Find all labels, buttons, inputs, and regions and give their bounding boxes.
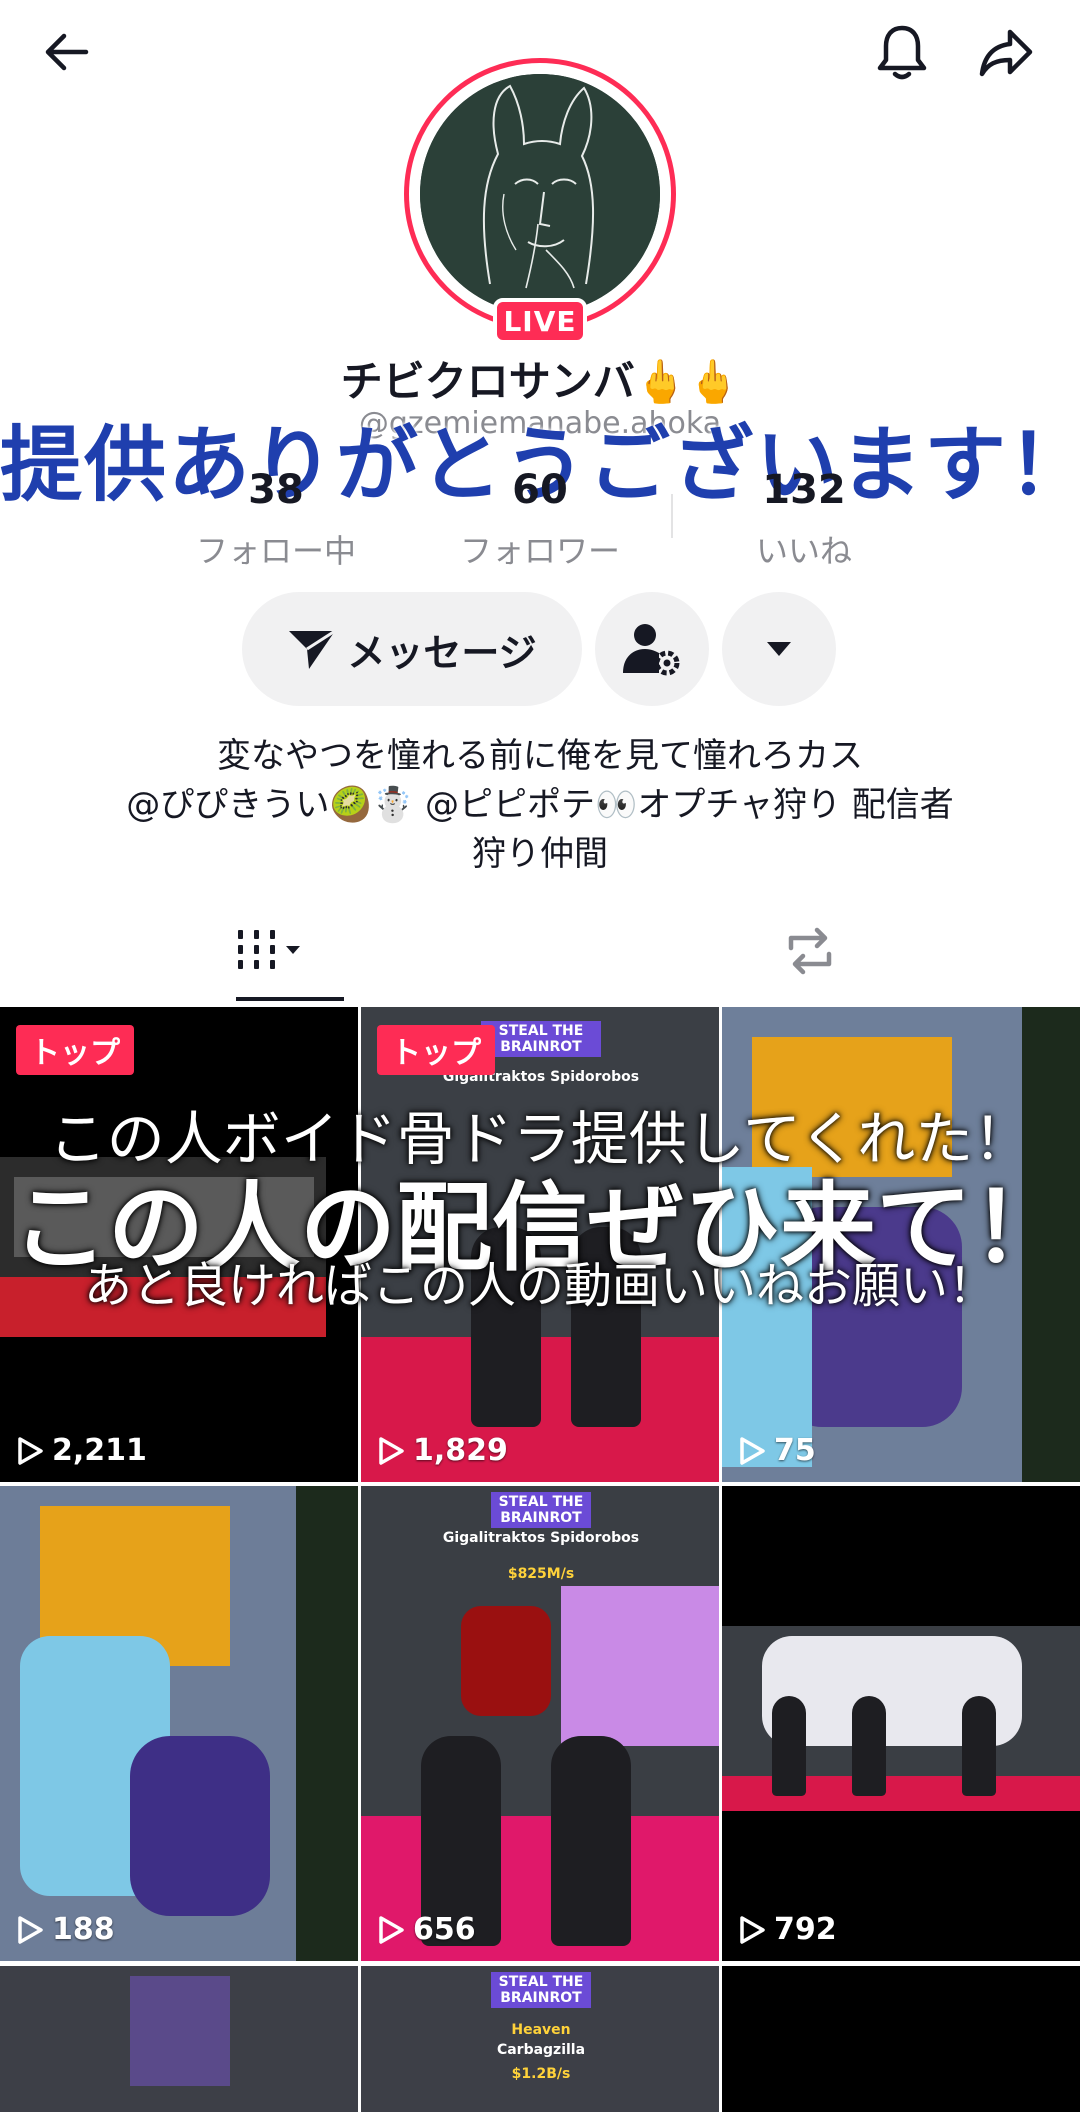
share-arrow-icon (979, 29, 1033, 77)
game-logo: STEAL THE BRAINROT (481, 1021, 601, 1057)
stat-followers-count: 60 (512, 467, 568, 513)
arrow-left-icon (45, 33, 89, 71)
view-count: 75 (738, 1433, 816, 1468)
stat-likes[interactable]: 132 いいね (684, 470, 924, 572)
tab-active-indicator (236, 997, 344, 1001)
thumb-scene (722, 1626, 1080, 1811)
stat-following-label: フォロー中 (195, 532, 356, 570)
overlay-caption-line-3: あと良ければこの人の動画いいねお願い！ (83, 1258, 996, 1314)
pinned-badge: トップ (377, 1025, 495, 1075)
bell-icon (877, 25, 927, 80)
game-logo: STEAL THE BRAINROT (491, 1972, 591, 2008)
play-icon (379, 1436, 404, 1465)
view-count-value: 188 (52, 1912, 115, 1947)
back-button[interactable] (26, 12, 106, 92)
thumb-scene (130, 1976, 230, 2086)
avatar[interactable] (420, 74, 660, 314)
video-thumbnail-9[interactable] (722, 1966, 1080, 2112)
view-count-value: 75 (774, 1433, 816, 1468)
play-icon (740, 1436, 765, 1465)
chevron-down-icon (767, 642, 791, 656)
view-count-value: 656 (413, 1912, 476, 1947)
view-count: 2,211 (16, 1433, 147, 1468)
notification-bell-button[interactable] (862, 12, 942, 92)
stat-following[interactable]: 38 フォロー中 (156, 470, 396, 572)
game-logo: STEAL THE BRAINROT (491, 1492, 591, 1528)
view-count: 656 (377, 1912, 476, 1947)
video-thumbnail-8[interactable]: STEAL THE BRAINROT Heaven Carbagzilla $1… (361, 1966, 719, 2112)
thumb-scene (130, 1736, 270, 1916)
game-item-name: Gigalitraktos Spidorobos (442, 1530, 640, 1546)
view-count: 188 (16, 1912, 115, 1947)
stat-followers[interactable]: 60 フォロワー (420, 470, 660, 572)
game-item-name: Carbagzilla (496, 2042, 586, 2058)
stat-divider (671, 494, 673, 538)
repost-icon (788, 927, 832, 975)
video-thumbnail-6[interactable]: 792 (722, 1486, 1080, 1961)
message-button[interactable]: メッセージ (242, 592, 582, 706)
more-options-button[interactable] (722, 592, 836, 706)
view-count-value: 1,829 (413, 1433, 508, 1468)
tab-videos[interactable] (0, 905, 540, 997)
thumb-scene (296, 1486, 358, 1961)
grid-bars-icon (238, 930, 300, 969)
play-icon (18, 1436, 43, 1465)
video-thumbnail-4[interactable]: 188 (0, 1486, 358, 1961)
play-icon (18, 1915, 43, 1944)
stat-likes-count: 132 (762, 467, 846, 513)
view-count: 792 (738, 1912, 837, 1947)
stat-likes-label: いいね (755, 532, 852, 570)
stat-followers-label: フォロワー (459, 532, 620, 570)
avatar-sketch-image (420, 74, 660, 314)
user-settings-icon (623, 624, 680, 676)
add-friend-button[interactable] (595, 592, 709, 706)
bio-line-2: @ぴぴきうい🥝☃️ @ピピポテ👀オプチャ狩り 配信者 (126, 785, 954, 825)
message-button-label: メッセージ (347, 630, 537, 675)
send-icon (289, 629, 337, 669)
play-icon (740, 1915, 765, 1944)
live-badge[interactable]: LIVE (493, 298, 587, 344)
tab-reposts[interactable] (540, 905, 1080, 997)
bio-line-3: 狩り仲間 (472, 834, 608, 874)
bio-line-1: 変なやつを憧れる前に俺を見て憧れろカス (217, 736, 863, 776)
bio: 変なやつを憧れる前に俺を見て憧れろカス @ぴぴきうい🥝☃️ @ピピポテ👀オプチャ… (0, 732, 1080, 879)
share-button[interactable] (966, 12, 1046, 92)
video-thumbnail-7[interactable] (0, 1966, 358, 2112)
play-icon (379, 1915, 404, 1944)
game-item-tier: Heaven (511, 2022, 571, 2038)
avatar-figure (551, 1736, 631, 1946)
thumb-scene (461, 1606, 551, 1716)
game-item-rate: $1.2B/s (511, 2066, 571, 2082)
view-count-value: 792 (774, 1912, 837, 1947)
pinned-badge: トップ (16, 1025, 134, 1075)
video-thumbnail-5[interactable]: STEAL THE BRAINROT Gigalitraktos Spidoro… (361, 1486, 719, 1961)
thumb-scene (561, 1586, 719, 1746)
view-count-value: 2,211 (52, 1433, 147, 1468)
game-item-rate: $825M/s (507, 1566, 575, 1582)
view-count: 1,829 (377, 1433, 508, 1468)
stat-following-count: 38 (248, 467, 304, 513)
